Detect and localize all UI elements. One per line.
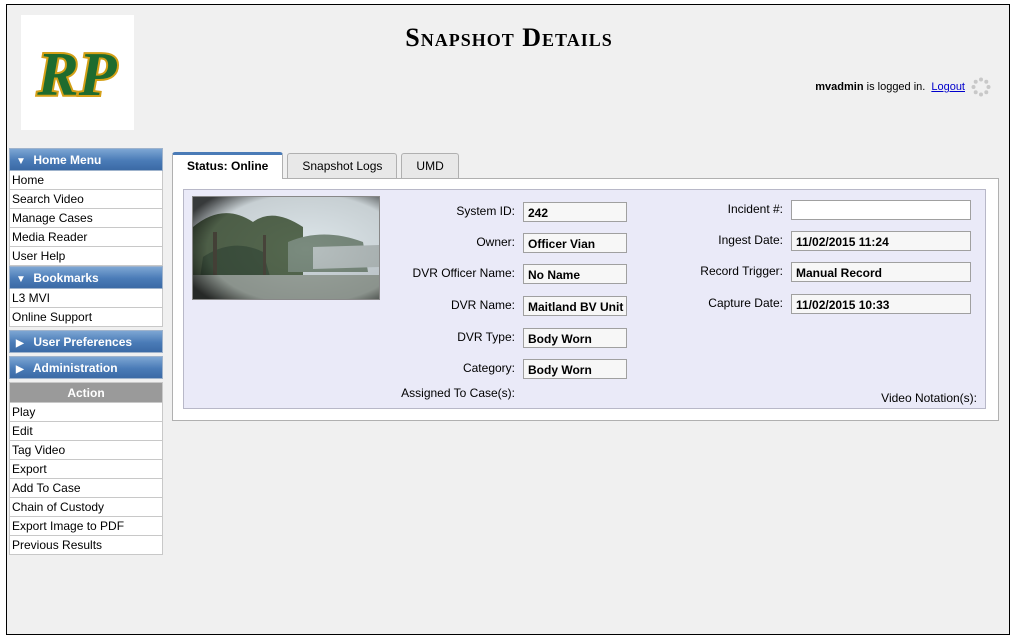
- action-export[interactable]: Export: [9, 460, 163, 479]
- system-id-value: 242: [523, 202, 627, 222]
- action-add-to-case[interactable]: Add To Case: [9, 479, 163, 498]
- snapshot-image: [193, 197, 379, 299]
- record-trigger-value: Manual Record: [791, 262, 971, 282]
- tab-status-online[interactable]: Status: Online: [172, 152, 284, 179]
- dvr-name-label: DVR Name:: [450, 298, 515, 312]
- sidebar-item-user-help[interactable]: User Help: [9, 247, 163, 266]
- snapshot-thumbnail[interactable]: [192, 196, 380, 300]
- triangle-right-icon: ▶: [16, 338, 24, 349]
- system-id-label: System ID:: [456, 204, 515, 218]
- loading-spinner-icon: [971, 77, 991, 97]
- dvr-officer-name-value: No Name: [523, 264, 627, 284]
- username: mvadmin: [815, 81, 864, 93]
- action-export-image-to-pdf[interactable]: Export Image to PDF: [9, 517, 163, 536]
- sidebar-item-media-reader[interactable]: Media Reader: [9, 228, 163, 247]
- category-value: Body Worn: [523, 359, 627, 379]
- incident-label: Incident #:: [727, 202, 783, 216]
- action-edit[interactable]: Edit: [9, 422, 163, 441]
- user-preferences-header[interactable]: ▶ User Preferences: [9, 330, 163, 353]
- sidebar: ▼ Home Menu Home Search Video Manage Cas…: [9, 148, 163, 555]
- dvr-type-value: Body Worn: [523, 328, 627, 348]
- record-trigger-label: Record Trigger:: [700, 264, 783, 278]
- action-header: Action: [9, 382, 163, 403]
- triangle-down-icon: ▼: [16, 274, 26, 285]
- dvr-officer-name-label: DVR Officer Name:: [412, 266, 515, 280]
- bookmark-online-support[interactable]: Online Support: [9, 308, 163, 327]
- action-play[interactable]: Play: [9, 403, 163, 422]
- assigned-to-cases-label: Assigned To Case(s):: [401, 386, 515, 400]
- home-menu-title: Home Menu: [33, 153, 102, 167]
- tab-umd[interactable]: UMD: [401, 153, 459, 178]
- login-status: mvadmin is logged in. Logout: [815, 77, 991, 97]
- action-chain-of-custody[interactable]: Chain of Custody: [9, 498, 163, 517]
- home-menu-header[interactable]: ▼ Home Menu: [9, 148, 163, 171]
- page-title: Snapshot Details: [405, 23, 613, 52]
- user-preferences-title: User Preferences: [33, 335, 133, 349]
- sidebar-item-home[interactable]: Home: [9, 171, 163, 190]
- action-tag-video[interactable]: Tag Video: [9, 441, 163, 460]
- action-previous-results[interactable]: Previous Results: [9, 536, 163, 555]
- ingest-date-value: 11/02/2015 11:24: [791, 231, 971, 251]
- sidebar-item-search-video[interactable]: Search Video: [9, 190, 163, 209]
- owner-value: Officer Vian: [523, 233, 627, 253]
- owner-label: Owner:: [476, 235, 515, 249]
- tab-snapshot-logs[interactable]: Snapshot Logs: [287, 153, 398, 178]
- ingest-date-label: Ingest Date:: [718, 233, 783, 247]
- capture-date-label: Capture Date:: [708, 296, 783, 310]
- triangle-right-icon: ▶: [16, 364, 24, 375]
- category-label: Category:: [462, 361, 515, 375]
- administration-header[interactable]: ▶ Administration: [9, 356, 163, 379]
- tab-panel: System ID: 242 Owner: Officer Vian DVR O…: [172, 178, 999, 421]
- tab-bar: Status: Online Snapshot Logs UMD: [172, 152, 463, 179]
- logout-link[interactable]: Logout: [931, 81, 965, 93]
- incident-field[interactable]: [791, 200, 971, 220]
- capture-date-value: 11/02/2015 10:33: [791, 294, 971, 314]
- video-notations-label: Video Notation(s):: [881, 391, 977, 405]
- logged-in-text: is logged in.: [863, 81, 926, 93]
- triangle-down-icon: ▼: [16, 156, 26, 167]
- dvr-type-label: DVR Type:: [457, 330, 515, 344]
- bookmarks-header[interactable]: ▼ Bookmarks: [9, 266, 163, 289]
- app-frame: RP RP Snapshot Details mvadmin is logged…: [6, 4, 1010, 635]
- administration-title: Administration: [32, 361, 118, 375]
- sidebar-item-manage-cases[interactable]: Manage Cases: [9, 209, 163, 228]
- snapshot-details-box: System ID: 242 Owner: Officer Vian DVR O…: [183, 189, 986, 409]
- dvr-name-value: Maitland BV Unit: [523, 296, 627, 316]
- bookmarks-title: Bookmarks: [33, 271, 99, 285]
- bookmark-l3-mvi[interactable]: L3 MVI: [9, 289, 163, 308]
